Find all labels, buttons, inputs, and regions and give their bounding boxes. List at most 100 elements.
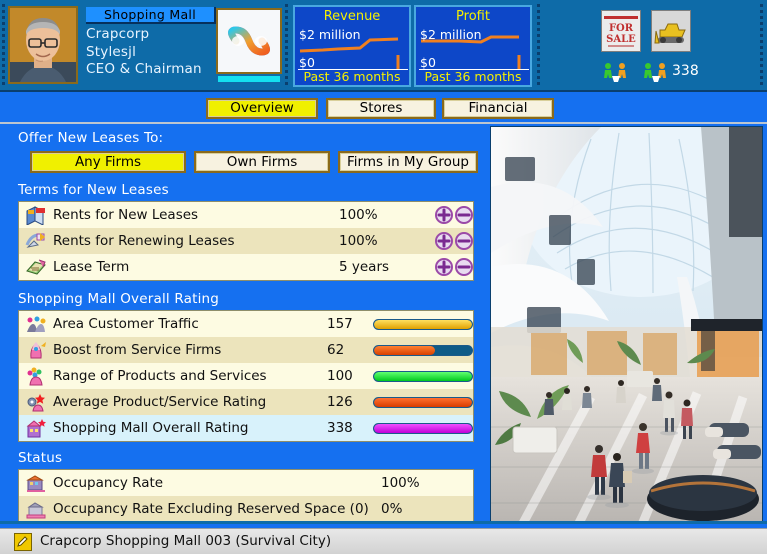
pedestrian-count: 338 [672,63,699,79]
table-row[interactable]: Range of Products and Services 100 [19,363,473,389]
stepper-group [435,258,473,276]
company-logo[interactable] [216,8,282,74]
entity-title-text: Shopping Mall [104,7,196,22]
row-value: 157 [327,316,353,332]
average-product-rating-icon [25,392,49,412]
row-label: Area Customer Traffic [53,316,199,332]
table-row[interactable]: Area Customer Traffic 157 [19,311,473,337]
area-customer-traffic-icon [25,314,49,334]
occupancy-rate-icon [25,473,49,493]
table-row[interactable]: Rents for Renewing Leases 100% [19,228,473,254]
svg-text:FOR: FOR [609,23,634,34]
row-value: 100% [339,207,378,223]
offer-leases-label: Offer New Leases To: [18,130,164,146]
stepper-group [435,232,473,250]
row-label: Occupancy Rate Excluding Reserved Space … [53,501,369,517]
pedestrian-indicator [600,62,730,84]
rating-bar [373,318,473,330]
row-label: Rents for Renewing Leases [53,233,235,249]
svg-text:SALE: SALE [606,34,636,45]
row-value: 338 [327,420,353,436]
for-sale-button[interactable]: FOR SALE [601,10,641,52]
offer-option-firms-in-my-group[interactable]: Firms in My Group [338,151,478,173]
table-row[interactable]: Shopping Mall Overall Rating 338 [19,415,473,441]
table-row[interactable]: Rents for New Leases 100% [19,202,473,228]
decrease-button[interactable] [455,232,473,250]
tab-overview[interactable]: Overview [206,98,318,119]
stat-footer-revenue: Past 36 months [303,69,401,84]
row-value: 100 [327,368,353,384]
header-dot-rail-3 [537,4,540,88]
terms-list: Rents for New Leases 100% Rents for Rene… [18,201,474,281]
range-products-services-icon [25,366,49,386]
stat-min-revenue: $0 [299,55,315,70]
infinity-logo-icon [218,10,280,72]
header-right-dot-rail [760,4,763,88]
row-label: Lease Term [53,259,130,275]
boost-service-firms-icon [25,340,49,360]
player-role: CEO & Chairman [86,61,202,77]
row-label: Boost from Service Firms [53,342,222,358]
row-label: Occupancy Rate [53,475,164,491]
table-row[interactable]: Occupancy Rate Excluding Reserved Space … [19,496,473,522]
lease-term-icon [25,257,49,277]
table-row[interactable]: Lease Term 5 years [19,254,473,280]
edit-pencil-icon[interactable] [14,533,32,551]
rent-new-leases-icon [25,205,49,226]
terms-heading: Terms for New Leases [18,182,169,198]
row-label: Average Product/Service Rating [53,394,267,410]
row-value: 62 [327,342,345,358]
status-heading: Status [18,450,63,466]
row-value: 0% [381,501,403,517]
occupancy-excl-reserved-icon [25,499,49,519]
row-value: 5 years [339,259,390,275]
overview-left-panel: Offer New Leases To: Any Firms Own Firms… [4,126,486,526]
entity-title-chip[interactable]: Shopping Mall [86,7,216,24]
row-label: Shopping Mall Overall Rating [53,420,249,436]
increase-button[interactable] [435,232,453,250]
shopping-mall-interior-photo [491,127,762,525]
status-bar-text: Crapcorp Shopping Mall 003 (Survival Cit… [40,533,332,549]
decrease-button[interactable] [455,206,473,224]
increase-button[interactable] [435,258,453,276]
tab-stores[interactable]: Stores [326,98,436,119]
offer-option-any-firms[interactable]: Any Firms [30,151,186,173]
rating-list: Area Customer Traffic 157 Boost from Ser… [18,310,474,442]
executive-portrait-icon [10,8,76,82]
offer-option-own-firms[interactable]: Own Firms [194,151,330,173]
increase-button[interactable] [435,206,453,224]
decrease-button[interactable] [455,258,473,276]
rating-bar [373,370,473,382]
table-row[interactable]: Occupancy Rate 100% [19,470,473,496]
stepper-group [435,206,473,224]
mall-overall-rating-icon [25,418,49,438]
table-row[interactable]: Average Product/Service Rating 126 [19,389,473,415]
stat-panel-revenue[interactable]: Revenue $2 million $0 Past 36 months [293,5,411,87]
mall-preview-image [490,126,763,526]
status-bar: Crapcorp Shopping Mall 003 (Survival Cit… [0,528,767,554]
avatar[interactable] [8,6,78,84]
row-value: 126 [327,394,353,410]
rating-bar [373,344,473,356]
rating-bar [373,422,473,434]
pedestrians-icon [604,63,666,82]
header-dot-rail-2 [285,4,288,88]
company-name: Crapcorp [86,26,150,42]
header-bar: Shopping Mall Crapcorp Stylesjl CEO & Ch… [0,0,767,92]
status-list: Occupancy Rate 100% Occupancy Rate Exclu… [18,469,474,523]
demolish-button[interactable] [651,10,691,52]
stat-panel-profit[interactable]: Profit $2 million $0 Past 36 months [414,5,532,87]
stat-title-revenue: Revenue [323,9,381,24]
tab-financial[interactable]: Financial [442,98,554,119]
for-sale-sign-icon: FOR SALE [602,11,640,51]
stat-max-revenue: $2 million [299,27,361,42]
rent-renewing-leases-icon [25,231,49,251]
table-row[interactable]: Boost from Service Firms 62 [19,337,473,363]
rating-heading: Shopping Mall Overall Rating [18,291,220,307]
rating-bar [373,396,473,408]
stat-title-profit: Profit [456,9,490,24]
player-name: Stylesjl [86,44,137,60]
row-value: 100% [339,233,378,249]
row-label: Rents for New Leases [53,207,199,223]
logo-underline-bar [218,76,280,82]
